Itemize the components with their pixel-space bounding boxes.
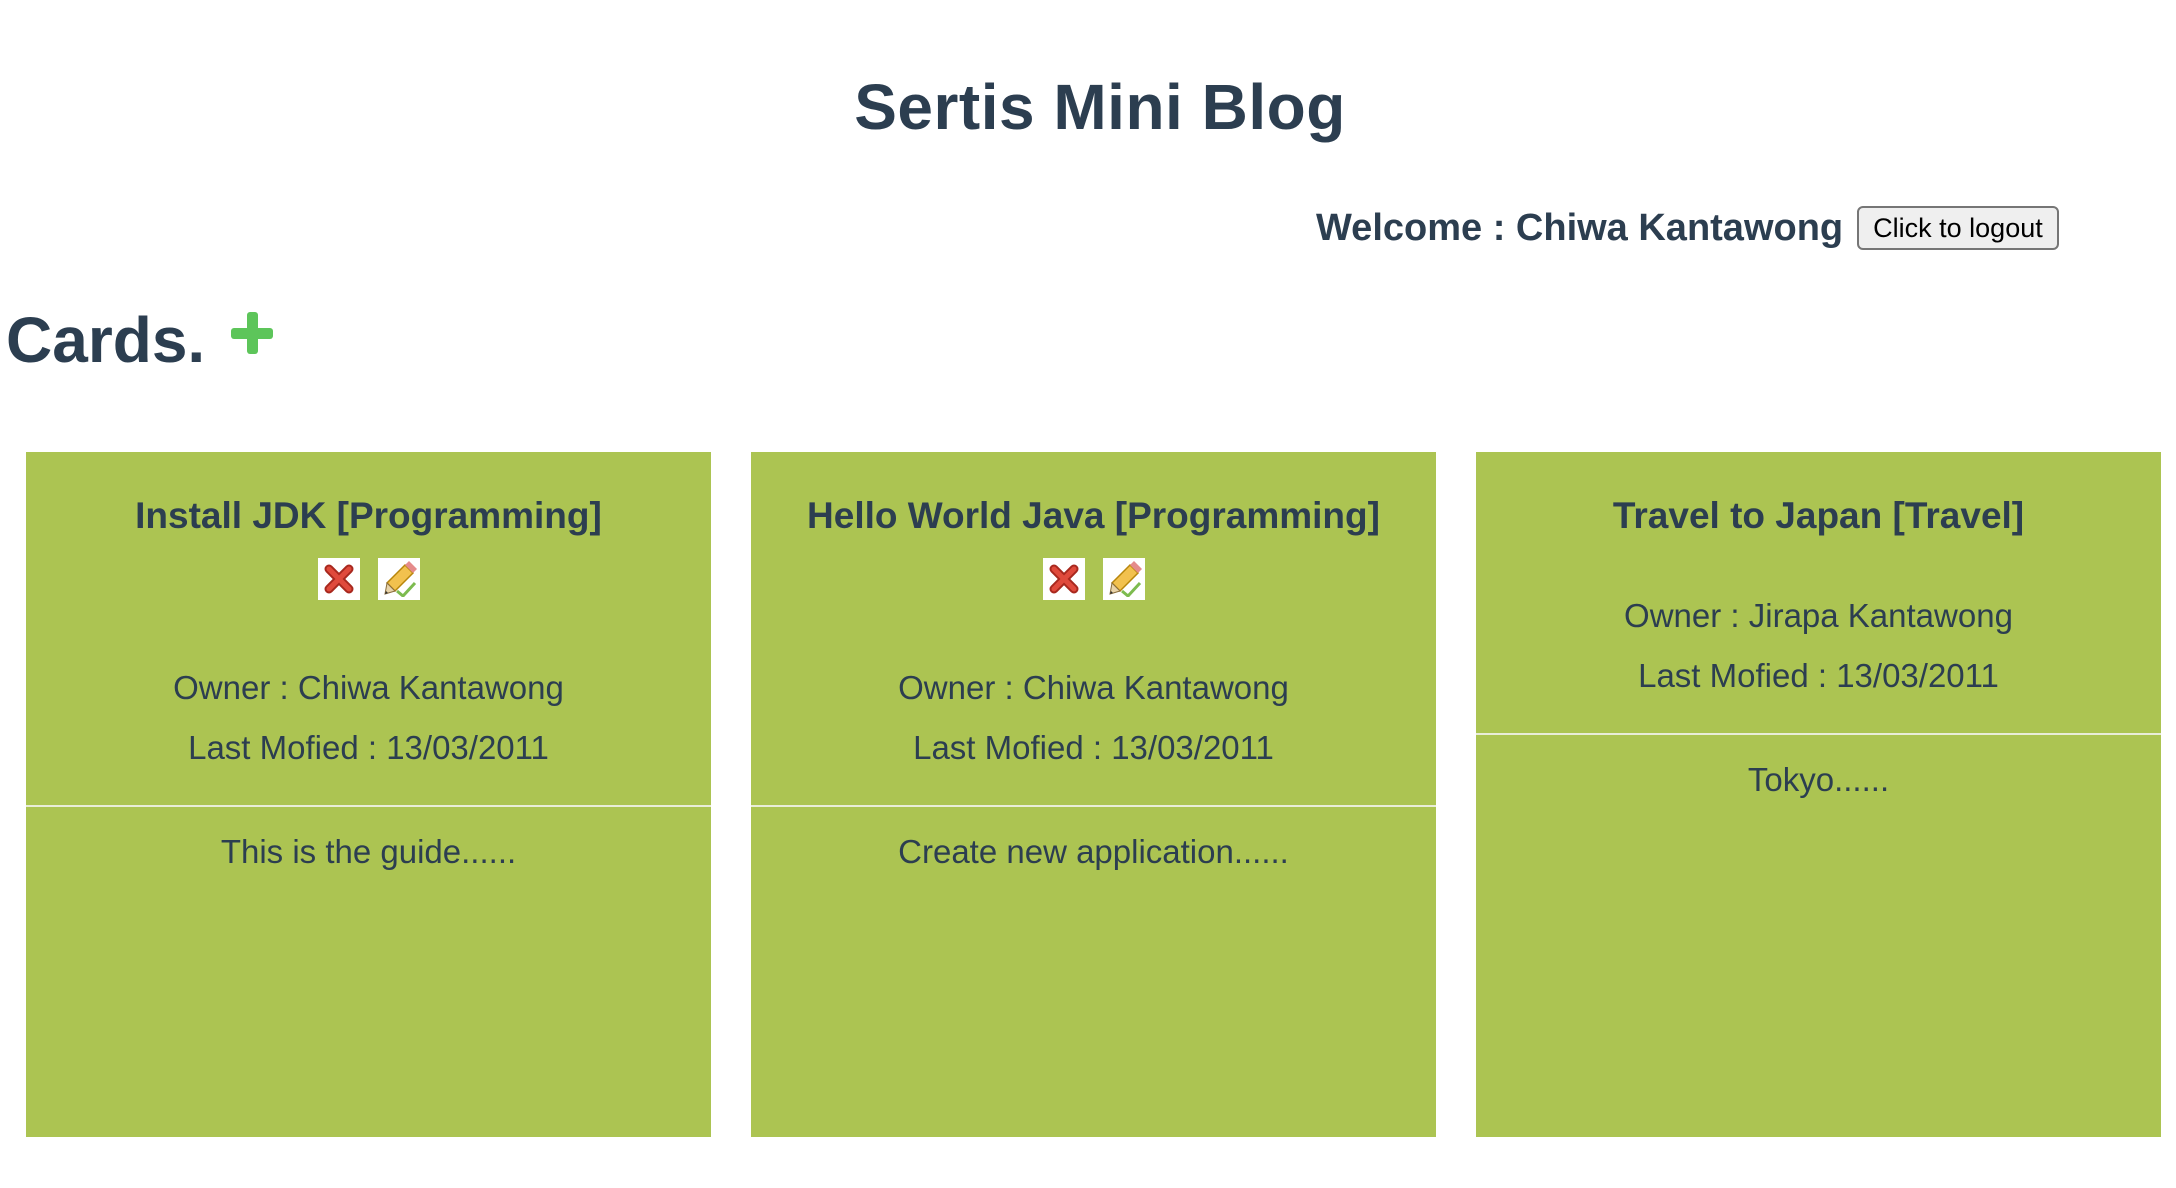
card: Travel to Japan [Travel] Owner : Jirapa … (1476, 452, 2161, 1137)
card-title: Hello World Java [Programming] (807, 495, 1380, 536)
edit-pencil-icon[interactable] (1102, 558, 1145, 600)
card-header: Travel to Japan [Travel] Owner : Jirapa … (1476, 452, 2161, 706)
delete-icon[interactable] (317, 558, 360, 600)
card-body: Tokyo...... (1747, 761, 1890, 798)
site-title: Sertis Mini Blog (854, 71, 1346, 143)
logout-button[interactable]: Click to logout (1857, 206, 2059, 250)
card: Install JDK [Programming] Owner: Chiwa … (26, 452, 711, 1137)
mini-blog-page: Sertis Mini Blog Welcome : Chiwa Kantawo… (0, 0, 2176, 1188)
welcome-text: Welcome : Chiwa Kantawong (1316, 206, 1844, 249)
card-title: Travel to Japan [Travel] (1612, 495, 2025, 536)
card-header: Hello World Java [Programming] Owner: C… (751, 452, 1436, 778)
cards-title: Cards. (6, 304, 206, 376)
card-actions (26, 558, 711, 600)
edit-pencil-icon[interactable] (377, 558, 420, 600)
card-last-modified: Last Mofied : 13/03/2011 (913, 729, 1274, 766)
card-last-modified: Last Mofied : 13/03/2011 (188, 729, 549, 766)
delete-icon[interactable] (1042, 558, 1085, 600)
cards-header: Cards. (6, 300, 274, 380)
card-last-modified: Last Mofied : 13/03/2011 (1638, 657, 1999, 694)
welcome-bar: Welcome : Chiwa Kantawong Click to logou… (1316, 206, 2059, 250)
card-body: This is the guide...... (220, 833, 517, 870)
card-owner: Owner : Chiwa Kantawong (898, 669, 1289, 706)
card-header: Install JDK [Programming] Owner: Chiwa … (26, 452, 711, 778)
card-title: Install JDK [Programming] (135, 495, 602, 536)
card-body: Create new application...... (898, 833, 1289, 870)
card-actions (751, 558, 1436, 600)
card-meta: Owner : Chiwa Kantawong Last Mofied : 13… (751, 658, 1436, 778)
card-owner: Owner : Chiwa Kantawong (173, 669, 564, 706)
card-meta: Owner : Jirapa Kantawong Last Mofied : 1… (1476, 586, 2161, 706)
card-owner: Owner : Jirapa Kantawong (1624, 597, 2013, 634)
card-meta: Owner : Chiwa Kantawong Last Mofied : 13… (26, 658, 711, 778)
add-card-plus-icon[interactable] (231, 312, 274, 354)
card: Hello World Java [Programming] Owner: C… (751, 452, 1436, 1137)
